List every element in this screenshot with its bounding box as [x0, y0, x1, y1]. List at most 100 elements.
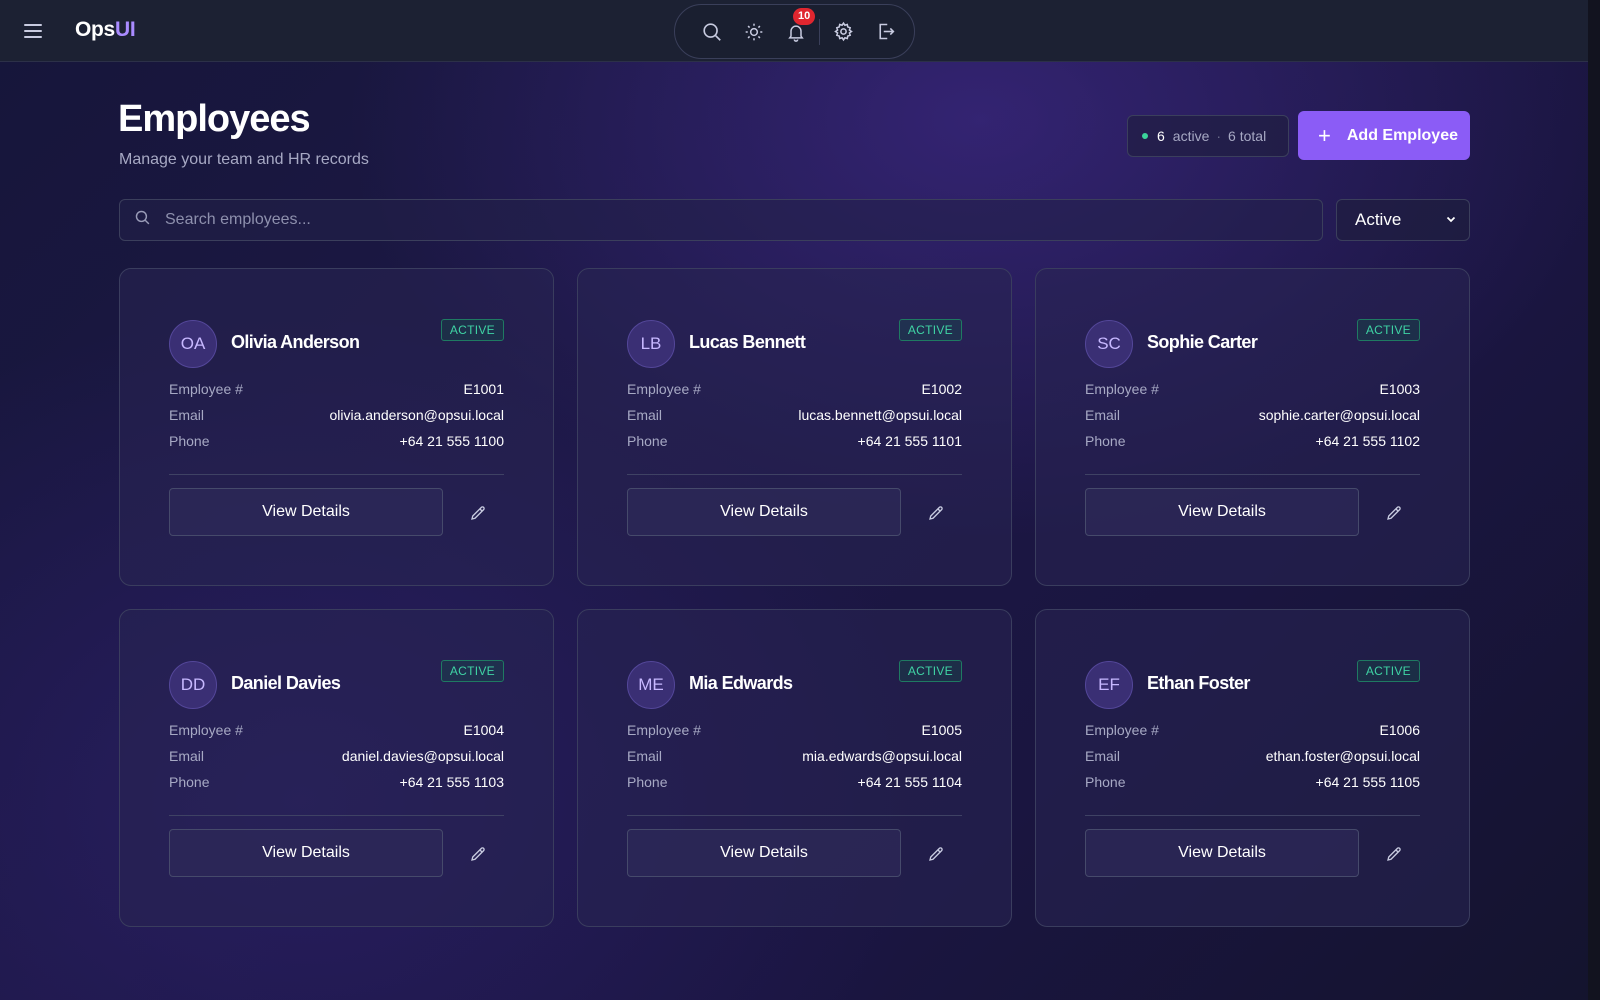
phone-label: Phone	[627, 433, 668, 449]
gear-icon[interactable]	[822, 11, 864, 53]
employee-name[interactable]: Sophie Carter	[1147, 332, 1258, 353]
sun-icon[interactable]	[733, 11, 775, 53]
email-label: Email	[627, 748, 663, 764]
email-row: Email sophie.carter@opsui.local	[1085, 405, 1420, 425]
view-details-button[interactable]: View Details	[169, 829, 443, 877]
card-divider	[169, 474, 504, 475]
email-label: Email	[1085, 748, 1121, 764]
pencil-icon[interactable]	[464, 840, 492, 868]
view-details-label: View Details	[262, 844, 350, 861]
employee-number-value: E1005	[921, 722, 962, 738]
view-details-button[interactable]: View Details	[169, 488, 443, 536]
view-details-label: View Details	[1178, 844, 1266, 861]
page-title: Employees	[118, 98, 311, 140]
phone-row: Phone +64 21 555 1103	[169, 772, 504, 792]
search-icon	[134, 209, 151, 231]
chevron-down-icon	[1445, 210, 1457, 230]
pencil-icon[interactable]	[464, 499, 492, 527]
status-filter-value: Active	[1355, 210, 1402, 229]
email-value: sophie.carter@opsui.local	[1258, 407, 1420, 423]
employee-number-row: Employee # E1005	[627, 720, 962, 740]
avatar-initials: SC	[1097, 334, 1121, 353]
employee-number-row: Employee # E1001	[169, 379, 504, 399]
employee-number-label: Employee #	[1085, 722, 1159, 738]
employee-number-label: Employee #	[169, 381, 243, 397]
employee-count-chip: 6 active · 6 total	[1127, 115, 1289, 157]
brand-logo[interactable]: OpsUI	[75, 18, 136, 42]
avatar: DD	[169, 661, 217, 709]
email-label: Email	[169, 407, 205, 423]
view-details-label: View Details	[262, 503, 350, 520]
active-label: active	[1172, 128, 1210, 144]
employee-name[interactable]: Ethan Foster	[1147, 673, 1250, 694]
search-icon[interactable]	[691, 11, 733, 53]
card-divider	[1085, 474, 1420, 475]
plus-icon: +	[1318, 122, 1331, 148]
phone-label: Phone	[169, 774, 210, 790]
employee-number-value: E1006	[1379, 722, 1420, 738]
active-dot-icon	[1142, 133, 1148, 139]
avatar: LB	[627, 320, 675, 368]
employee-number-row: Employee # E1002	[627, 379, 962, 399]
employee-number-value: E1004	[463, 722, 504, 738]
top-bar: OpsUI 10	[0, 0, 1588, 62]
avatar-initials: LB	[640, 334, 662, 353]
employee-number-value: E1001	[463, 381, 504, 397]
employee-grid: OA Olivia Anderson ACTIVE Employee # E10…	[119, 268, 1470, 927]
card-divider	[627, 815, 962, 816]
active-count: 6	[1157, 128, 1165, 144]
email-label: Email	[1085, 407, 1121, 423]
employee-name[interactable]: Lucas Bennett	[689, 332, 806, 353]
search-input[interactable]	[165, 211, 1265, 229]
phone-value: +64 21 555 1105	[1315, 774, 1420, 790]
employee-name[interactable]: Daniel Davies	[231, 673, 341, 694]
employee-number-row: Employee # E1004	[169, 720, 504, 740]
email-value: mia.edwards@opsui.local	[802, 748, 962, 764]
employee-card: DD Daniel Davies ACTIVE Employee # E1004…	[119, 609, 554, 927]
pencil-icon[interactable]	[1380, 499, 1408, 527]
pencil-icon[interactable]	[922, 840, 950, 868]
brand-suffix: UI	[114, 18, 136, 41]
email-label: Email	[627, 407, 663, 423]
avatar: ME	[627, 661, 675, 709]
toolbar-icon-group: 10	[674, 4, 915, 59]
employee-number-label: Employee #	[627, 381, 701, 397]
status-badge: ACTIVE	[440, 660, 504, 682]
email-row: Email lucas.bennett@opsui.local	[627, 405, 962, 425]
employee-name[interactable]: Olivia Anderson	[231, 332, 360, 353]
view-details-button[interactable]: View Details	[627, 488, 901, 536]
add-employee-button[interactable]: + Add Employee	[1298, 111, 1470, 160]
email-value: daniel.davies@opsui.local	[341, 748, 504, 764]
phone-value: +64 21 555 1103	[399, 774, 504, 790]
email-value: lucas.bennett@opsui.local	[798, 407, 962, 423]
employee-card: ME Mia Edwards ACTIVE Employee # E1005 E…	[577, 609, 1012, 927]
scrollbar-track[interactable]	[1588, 0, 1600, 1000]
view-details-label: View Details	[720, 844, 808, 861]
employee-number-value: E1002	[921, 381, 962, 397]
phone-row: Phone +64 21 555 1105	[1085, 772, 1420, 792]
email-row: Email olivia.anderson@opsui.local	[169, 405, 504, 425]
view-details-button[interactable]: View Details	[627, 829, 901, 877]
search-bar[interactable]	[119, 199, 1323, 241]
view-details-button[interactable]: View Details	[1085, 829, 1359, 877]
phone-value: +64 21 555 1104	[857, 774, 962, 790]
employee-name[interactable]: Mia Edwards	[689, 673, 793, 694]
avatar-initials: OA	[180, 334, 206, 353]
employee-card: EF Ethan Foster ACTIVE Employee # E1006 …	[1035, 609, 1470, 927]
phone-row: Phone +64 21 555 1104	[627, 772, 962, 792]
employee-number-row: Employee # E1003	[1085, 379, 1420, 399]
pencil-icon[interactable]	[1380, 840, 1408, 868]
avatar-initials: ME	[638, 675, 664, 694]
view-details-button[interactable]: View Details	[1085, 488, 1359, 536]
total-label: 6 total	[1228, 128, 1267, 144]
email-row: Email mia.edwards@opsui.local	[627, 746, 962, 766]
menu-icon[interactable]	[24, 20, 46, 42]
avatar: EF	[1085, 661, 1133, 709]
pencil-icon[interactable]	[922, 499, 950, 527]
bell-icon[interactable]: 10	[775, 7, 817, 53]
avatar: SC	[1085, 320, 1133, 368]
logout-icon[interactable]	[864, 11, 906, 53]
notification-badge: 10	[793, 7, 816, 25]
phone-value: +64 21 555 1100	[399, 433, 504, 449]
status-filter-select[interactable]: Active	[1336, 199, 1470, 241]
